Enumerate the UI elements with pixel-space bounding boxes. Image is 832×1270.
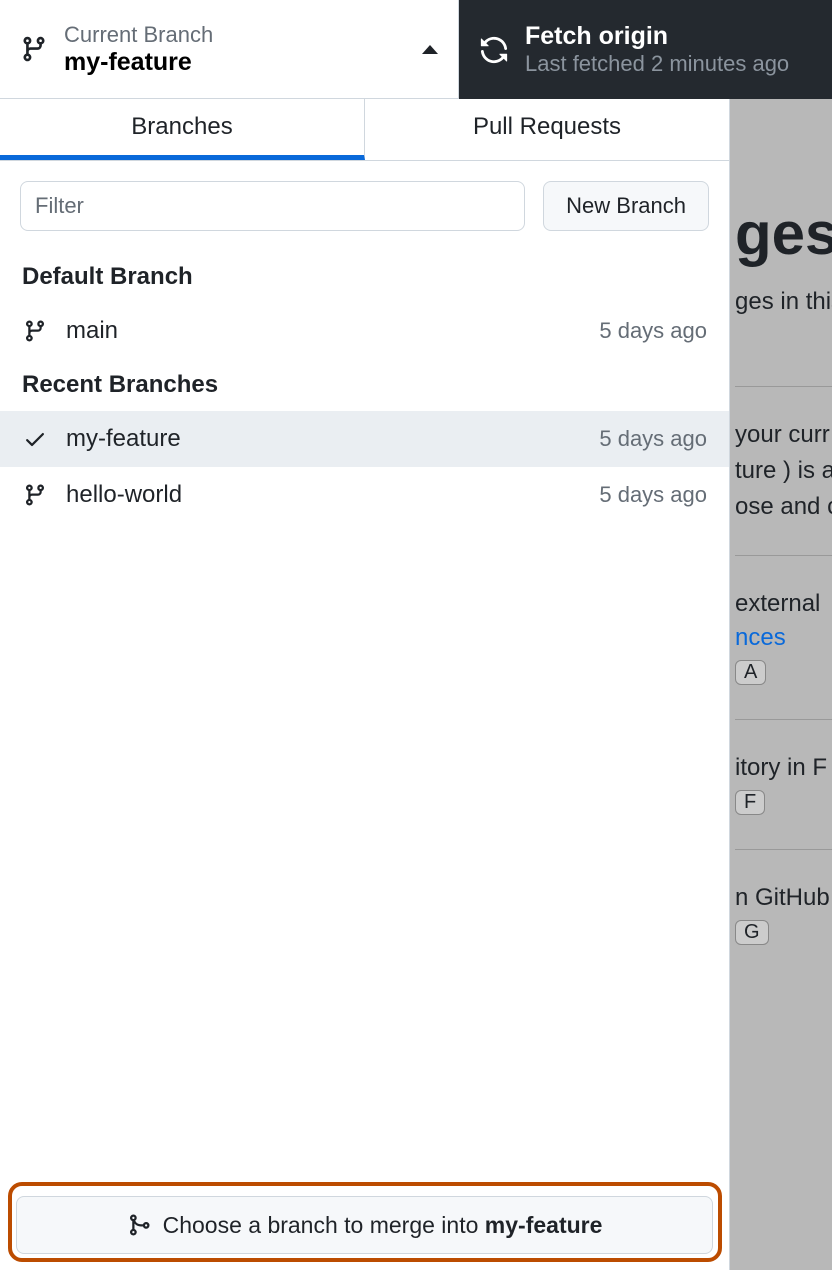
- fetch-origin-button[interactable]: Fetch origin Last fetched 2 minutes ago: [459, 0, 832, 99]
- branch-time: 5 days ago: [599, 482, 707, 508]
- git-branch-icon: [20, 35, 48, 63]
- caret-up-icon: [422, 45, 438, 54]
- branch-row-my-feature[interactable]: my-feature 5 days ago: [0, 411, 729, 467]
- branch-dropdown-panel: Branches Pull Requests New Branch Defaul…: [0, 99, 730, 1270]
- merge-into-button[interactable]: Choose a branch to merge into my-feature: [16, 1196, 713, 1254]
- git-branch-icon: [22, 319, 48, 343]
- branch-list: Default Branch main 5 days ago Recent Br…: [0, 251, 729, 1180]
- tab-pull-requests[interactable]: Pull Requests: [365, 99, 729, 160]
- current-branch-label: Current Branch: [64, 22, 406, 48]
- bg-text-fragment: external nces A: [735, 556, 832, 720]
- fetch-origin-label: Fetch origin: [525, 22, 812, 51]
- current-branch-button[interactable]: Current Branch my-feature: [0, 0, 459, 99]
- bg-heading-fragment: ges: [735, 99, 832, 268]
- bg-text-fragment: ges in this: [735, 268, 832, 387]
- toolbar: Current Branch my-feature Fetch origin L…: [0, 0, 832, 99]
- bg-text-fragment: itory in F F: [735, 720, 832, 850]
- branch-time: 5 days ago: [599, 426, 707, 452]
- branch-name: hello-world: [66, 481, 581, 509]
- merge-footer: Choose a branch to merge into my-feature: [0, 1180, 729, 1270]
- current-branch-value: my-feature: [64, 48, 406, 77]
- bg-text-fragment: n GitHub G: [735, 850, 832, 979]
- default-branch-heading: Default Branch: [0, 251, 729, 303]
- check-icon: [22, 427, 48, 451]
- sync-icon: [479, 35, 509, 65]
- panel-tabs: Branches Pull Requests: [0, 99, 729, 161]
- recent-branches-heading: Recent Branches: [0, 359, 729, 411]
- branch-name: main: [66, 317, 581, 345]
- branch-row-main[interactable]: main 5 days ago: [0, 303, 729, 359]
- branch-name: my-feature: [66, 425, 581, 453]
- branch-row-hello-world[interactable]: hello-world 5 days ago: [0, 467, 729, 523]
- fetch-origin-sublabel: Last fetched 2 minutes ago: [525, 51, 812, 77]
- merge-button-text: Choose a branch to merge into my-feature: [163, 1212, 603, 1239]
- branch-time: 5 days ago: [599, 318, 707, 344]
- bg-text-fragment: your curr ture ) is a ose and c: [735, 387, 832, 556]
- git-branch-icon: [22, 483, 48, 507]
- tab-branches[interactable]: Branches: [0, 99, 365, 160]
- filter-row: New Branch: [0, 161, 729, 251]
- filter-input[interactable]: [20, 181, 525, 231]
- git-merge-icon: [127, 1213, 151, 1237]
- new-branch-button[interactable]: New Branch: [543, 181, 709, 231]
